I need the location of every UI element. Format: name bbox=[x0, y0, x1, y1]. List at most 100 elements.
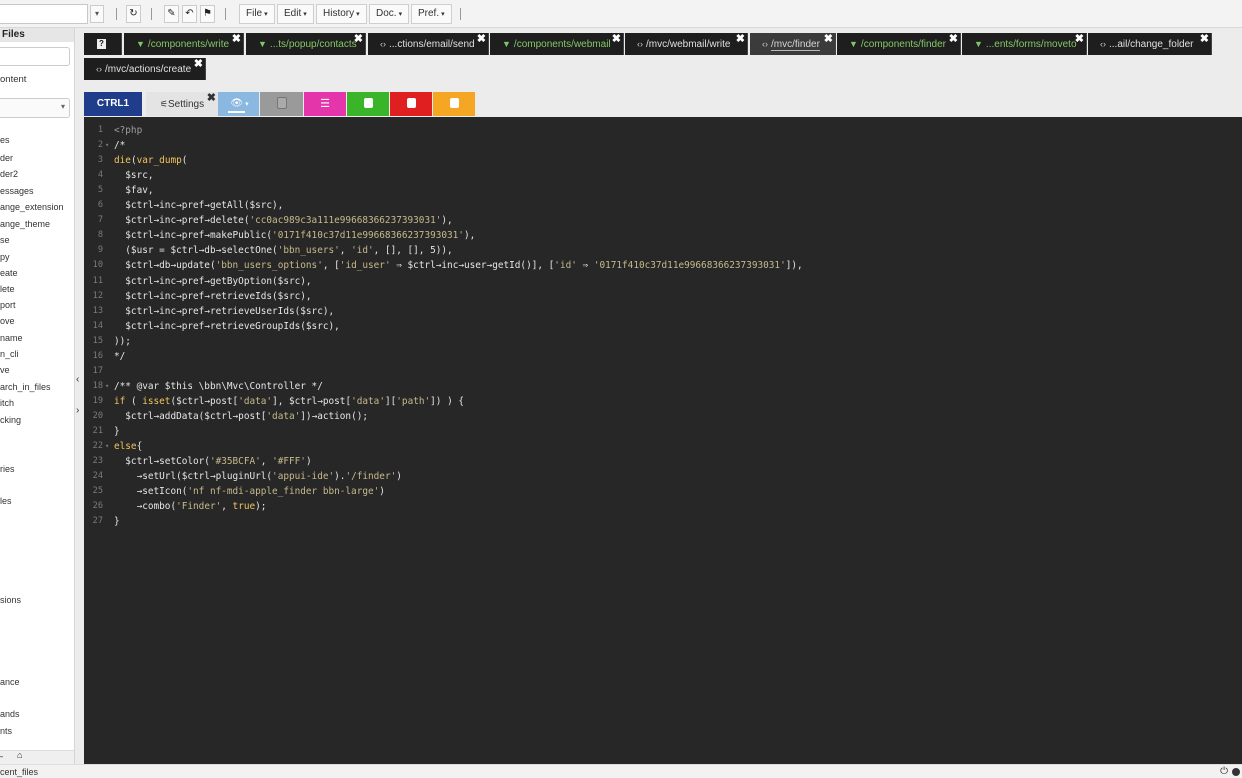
code-editor[interactable]: 1 2 ▾ 3 4 5 6 7 8 9 10 11 12 13 14 15 16 17 18 ▾ 19 20 21 22 ▾ 23… bbox=[84, 117, 1242, 764]
refresh-icon[interactable]: ↻ bbox=[126, 5, 141, 23]
sidebar-item[interactable]: es bbox=[0, 135, 10, 145]
edit-menu[interactable]: Edit ▾ bbox=[277, 4, 314, 24]
sidebar-item[interactable]: ands bbox=[0, 709, 20, 719]
tab-5[interactable]: ‹›/mvc/webmail/write ✖ bbox=[625, 33, 748, 55]
sidebar-item[interactable]: der2 bbox=[0, 169, 18, 179]
tab-js[interactable] bbox=[390, 92, 432, 116]
doc-menu[interactable]: Doc. ▾ bbox=[369, 4, 410, 24]
tab-10[interactable]: ‹›/mvc/actions/create ✖ bbox=[84, 58, 206, 80]
code-line: $ctrl→inc→pref→makePublic('0171f410c37d1… bbox=[114, 230, 476, 242]
code-line: $ctrl→inc→pref→getByOption($src), bbox=[114, 275, 312, 287]
tab-8[interactable]: ▼ ...ents/forms/moveto ✖ bbox=[962, 33, 1087, 55]
sidebar-item[interactable]: cking bbox=[0, 415, 21, 425]
tab-0[interactable]: ? bbox=[84, 33, 122, 55]
close-icon[interactable]: ✖ bbox=[194, 53, 203, 75]
tab-ctrl1[interactable]: CTRL1 bbox=[84, 92, 142, 116]
minus-icon[interactable]: – bbox=[0, 751, 3, 761]
close-icon[interactable]: ✖ bbox=[736, 28, 745, 50]
code-line: )); bbox=[114, 335, 131, 347]
sidebar-item[interactable]: n_cli bbox=[0, 349, 19, 359]
tab-database[interactable]: ☰ bbox=[304, 92, 346, 116]
tab-3[interactable]: ‹› ...ctions/email/send ✖ bbox=[368, 33, 489, 55]
sidebar-search-input[interactable] bbox=[0, 47, 70, 66]
sidebar-item[interactable]: lete bbox=[0, 284, 15, 294]
code-line: $ctrl→inc→pref→retrieveGroupIds($src), bbox=[114, 320, 340, 332]
fold-chevron-icon[interactable]: ▾ bbox=[105, 442, 109, 450]
sidebar-item[interactable]: sions bbox=[0, 595, 21, 605]
close-icon[interactable]: ✖ bbox=[477, 28, 486, 50]
tab-1[interactable]: ▼/components/write ✖ bbox=[124, 33, 244, 55]
recent-files-label[interactable]: cent_files bbox=[0, 765, 38, 778]
chevron-down-icon[interactable]: ▾ bbox=[90, 5, 104, 23]
tab-label: /mvc/finder bbox=[771, 39, 820, 51]
code-line: <?php bbox=[114, 125, 143, 136]
pref-menu[interactable]: Pref. ▾ bbox=[411, 4, 452, 24]
sidebar-item[interactable]: nts bbox=[0, 726, 12, 736]
tab-vue[interactable] bbox=[347, 92, 389, 116]
files-sidebar: Files ontent ▾ es der der2 essages ange_exte… bbox=[0, 28, 75, 764]
sidebar-item[interactable]: ove bbox=[0, 316, 15, 326]
flag-icon[interactable]: ⚑ bbox=[200, 5, 215, 23]
sidebar-item[interactable]: port bbox=[0, 300, 16, 310]
settings-icon: ⚟ bbox=[159, 99, 168, 109]
sidebar-item[interactable]: ance bbox=[0, 677, 20, 687]
line-number: 6 bbox=[97, 200, 103, 211]
home-icon[interactable]: ⌂ bbox=[17, 750, 22, 760]
expand-right-icon[interactable]: › bbox=[76, 405, 79, 416]
tab-settings[interactable]: ⚟Settings ✖ bbox=[146, 92, 218, 116]
sidebar-item[interactable]: arch_in_files bbox=[0, 382, 51, 392]
tab-4[interactable]: ▼/components/webmail ✖ bbox=[490, 33, 624, 55]
top-toolbar: ▾ ↻ ✎ ↶ ⚑ File ▾ Edit ▾ History ▾ Doc. ▾ Pre… bbox=[0, 0, 1242, 28]
close-icon[interactable]: ✖ bbox=[207, 86, 216, 110]
sidebar-item[interactable]: se bbox=[0, 235, 10, 245]
line-number: 1 bbox=[97, 125, 103, 135]
close-icon[interactable]: ✖ bbox=[232, 28, 241, 50]
sidebar-item[interactable]: itch bbox=[0, 398, 14, 408]
tab-gray[interactable] bbox=[260, 92, 303, 116]
tab-6[interactable]: ‹›/mvc/finder ✖ bbox=[750, 33, 836, 55]
line-number: 17 bbox=[92, 365, 103, 376]
sidebar-item[interactable]: py bbox=[0, 252, 10, 262]
sidebar-item[interactable]: ange_extension bbox=[0, 202, 64, 212]
tab-view[interactable]: 👁 ▾ bbox=[218, 92, 259, 116]
sidebar-item[interactable]: der bbox=[0, 153, 13, 163]
close-icon[interactable]: ✖ bbox=[612, 28, 621, 50]
line-number: 18 bbox=[92, 380, 103, 391]
power-icon[interactable]: ⏻ bbox=[1220, 765, 1228, 778]
history-menu[interactable]: History ▾ bbox=[316, 4, 367, 24]
line-number: 2 bbox=[97, 140, 103, 151]
close-icon[interactable]: ✖ bbox=[949, 28, 958, 50]
code-icon: ‹› bbox=[380, 39, 386, 49]
undo-icon[interactable]: ↶ bbox=[182, 5, 197, 23]
separator bbox=[151, 8, 152, 20]
close-icon[interactable]: ✖ bbox=[824, 28, 833, 50]
sidebar-item[interactable]: les bbox=[0, 496, 12, 506]
code-line: $ctrl→inc→pref→getAll($src), bbox=[114, 200, 284, 212]
tab-9[interactable]: ‹› ...ail/change_folder ✖ bbox=[1088, 33, 1212, 55]
tab-2[interactable]: ▼ ...ts/popup/contacts ✖ bbox=[246, 33, 366, 55]
code-line: $src, bbox=[114, 170, 154, 182]
sidebar-item[interactable]: eate bbox=[0, 268, 18, 278]
tab-7[interactable]: ▼/components/finder ✖ bbox=[837, 33, 961, 55]
fold-chevron-icon[interactable]: ▾ bbox=[105, 382, 109, 390]
fold-chevron-icon[interactable]: ▾ bbox=[105, 141, 109, 149]
sidebar-item[interactable]: essages bbox=[0, 186, 34, 196]
close-icon[interactable]: ✖ bbox=[1200, 28, 1209, 50]
code-icon: ‹› bbox=[96, 64, 102, 74]
file-menu[interactable]: File ▾ bbox=[239, 4, 275, 24]
code-line: /** @var $this \bbn\Mvc\Controller */ bbox=[114, 380, 323, 392]
code-line: else{ bbox=[114, 441, 143, 453]
sidebar-item[interactable]: ries bbox=[0, 464, 15, 474]
tab-label: /mvc/actions/create bbox=[105, 64, 192, 75]
tab-html[interactable] bbox=[433, 92, 475, 116]
toolbar-search-input[interactable] bbox=[0, 4, 88, 24]
close-icon[interactable]: ✖ bbox=[354, 28, 363, 50]
sidebar-select[interactable]: ▾ bbox=[0, 98, 70, 118]
close-icon[interactable]: ✖ bbox=[1075, 28, 1084, 50]
sidebar-item[interactable]: ange_theme bbox=[0, 219, 50, 229]
database-icon: ☰ bbox=[320, 98, 330, 110]
collapse-left-icon[interactable]: ‹ bbox=[76, 374, 79, 385]
sidebar-item[interactable]: name bbox=[0, 333, 23, 343]
sidebar-item[interactable]: ve bbox=[0, 365, 10, 375]
pen-icon[interactable]: ✎ bbox=[164, 5, 179, 23]
